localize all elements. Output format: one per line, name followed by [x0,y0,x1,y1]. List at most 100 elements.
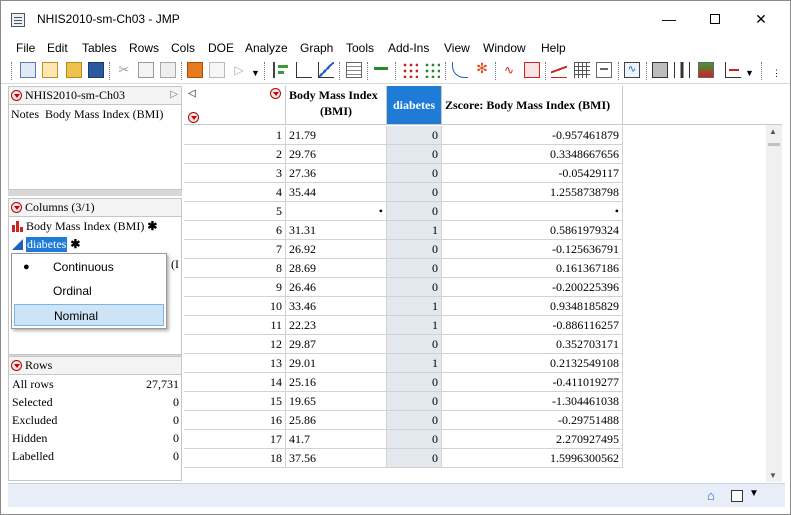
menu-edit[interactable]: Edit [47,41,68,55]
menu-doe[interactable]: DOE [208,41,234,55]
menu-rows[interactable]: Rows [129,41,159,55]
menu-add-ins[interactable]: Add-Ins [388,41,429,55]
red-triangle-icon[interactable] [11,202,22,213]
table-row[interactable]: 12 29.87 0 0.352703171 [184,335,782,354]
profiler-icon[interactable]: ∿ [624,62,640,78]
table-row[interactable]: 7 26.92 0 -0.125636791 [184,240,782,259]
new-script-icon[interactable] [42,62,58,78]
bmi-cell[interactable]: 41.7 [286,430,387,449]
diabetes-cell[interactable]: 0 [387,126,442,145]
rows-red-triangle-icon[interactable] [188,112,199,123]
diabetes-cell[interactable]: 1 [387,354,442,373]
neural-icon[interactable]: ✻ [474,62,490,78]
row-number[interactable]: 15 [184,392,286,411]
contour-icon[interactable] [674,62,690,78]
zscore-cell[interactable]: • [442,202,623,221]
table-row[interactable]: 15 19.65 0 -1.304461038 [184,392,782,411]
table-row[interactable]: 10 33.46 1 0.9348185829 [184,297,782,316]
zscore-cell[interactable]: -0.957461879 [442,126,623,145]
diabetes-cell[interactable]: 0 [387,392,442,411]
menu-cols[interactable]: Cols [171,41,195,55]
toolbar-grip[interactable] [761,62,763,80]
bmi-cell[interactable]: 28.69 [286,259,387,278]
new-data-table-icon[interactable] [20,62,36,78]
diabetes-cell[interactable]: 0 [387,145,442,164]
subset-icon[interactable] [374,62,390,78]
zscore-cell[interactable]: 2.270927495 [442,430,623,449]
row-stat-selected[interactable]: Selected 0 [9,393,181,411]
scroll-down-icon[interactable]: ▼ [769,471,777,480]
bmi-cell[interactable]: 29.76 [286,145,387,164]
scatterplot-matrix-icon[interactable] [574,62,590,78]
diabetes-cell[interactable]: 0 [387,430,442,449]
row-number[interactable]: 14 [184,373,286,392]
bmi-cell[interactable]: 37.56 [286,449,387,468]
save-icon[interactable] [88,62,104,78]
table-row[interactable]: 2 29.76 0 0.3348667656 [184,145,782,164]
window-list-dropdown-icon[interactable]: ▼ [749,488,759,499]
row-number[interactable]: 2 [184,145,286,164]
row-number[interactable]: 11 [184,316,286,335]
paste-icon[interactable] [160,62,176,78]
close-button[interactable]: ✕ [738,1,784,37]
multivariate-icon[interactable] [402,62,418,78]
table-row[interactable]: 17 41.7 0 2.270927495 [184,430,782,449]
menu-item-ordinal[interactable]: Ordinal [14,280,164,302]
diabetes-cell[interactable]: 0 [387,259,442,278]
row-number[interactable]: 12 [184,335,286,354]
control-chart-icon[interactable] [725,62,741,78]
journal-icon[interactable] [209,62,225,78]
table-row[interactable]: 11 22.23 1 -0.886116257 [184,316,782,335]
row-number[interactable]: 13 [184,354,286,373]
bmi-cell[interactable]: 26.46 [286,278,387,297]
data-table-icon[interactable] [187,62,203,78]
scroll-thumb[interactable] [768,143,780,146]
graph-builder-icon[interactable] [551,62,567,78]
quality-control-icon[interactable] [524,62,540,78]
table-row[interactable]: 6 31.31 1 0.5861979324 [184,221,782,240]
bmi-cell[interactable]: 26.92 [286,240,387,259]
bmi-cell[interactable]: 31.31 [286,221,387,240]
zscore-cell[interactable]: -0.886116257 [442,316,623,335]
column-item-bmi[interactable]: Body Mass Index (BMI) ✱ [9,217,181,235]
bmi-cell[interactable]: 22.23 [286,316,387,335]
row-number[interactable]: 18 [184,449,286,468]
bmi-cell[interactable]: 29.87 [286,335,387,354]
menu-file[interactable]: File [16,41,35,55]
row-number[interactable]: 8 [184,259,286,278]
row-stat-excluded[interactable]: Excluded 0 [9,411,181,429]
table-row[interactable]: 8 28.69 0 0.161367186 [184,259,782,278]
nonlinear-icon[interactable] [452,62,468,78]
row-stat-labelled[interactable]: Labelled 0 [9,447,181,465]
menu-item-nominal[interactable]: Nominal [14,304,164,326]
time-series-icon[interactable]: ∿ [501,62,517,78]
zscore-cell[interactable]: 0.9348185829 [442,297,623,316]
column-header-bmi[interactable]: Body Mass Index (BMI) [286,86,387,125]
zscore-cell[interactable]: -1.304461038 [442,392,623,411]
nominal-triangle-icon[interactable] [12,238,23,250]
bmi-cell[interactable]: 21.79 [286,126,387,145]
zscore-cell[interactable]: -0.200225396 [442,278,623,297]
toolbar-grip[interactable] [11,62,13,80]
bmi-cell[interactable]: 35.44 [286,183,387,202]
zscore-cell[interactable]: 0.3348667656 [442,145,623,164]
diabetes-cell[interactable]: 1 [387,297,442,316]
row-number[interactable]: 6 [184,221,286,240]
bmi-cell[interactable]: 29.01 [286,354,387,373]
bmi-cell[interactable]: 27.36 [286,164,387,183]
tabulate-icon[interactable] [346,62,362,78]
fit-y-by-x-icon[interactable] [296,62,312,78]
diabetes-cell[interactable]: 0 [387,183,442,202]
diabetes-cell[interactable]: 0 [387,449,442,468]
menu-window[interactable]: Window [483,41,526,55]
diabetes-cell[interactable]: 1 [387,221,442,240]
row-number[interactable]: 7 [184,240,286,259]
fit-model-icon[interactable] [318,62,334,78]
red-triangle-icon[interactable] [11,90,22,101]
zscore-cell[interactable]: 0.352703171 [442,335,623,354]
columns-red-triangle-icon[interactable] [270,88,281,99]
diabetes-cell[interactable]: 0 [387,373,442,392]
collapse-arrow-icon[interactable]: ▷ [170,89,178,100]
columns-panel-header[interactable]: Columns (3/1) [9,199,181,217]
zscore-cell[interactable]: 0.2132549108 [442,354,623,373]
